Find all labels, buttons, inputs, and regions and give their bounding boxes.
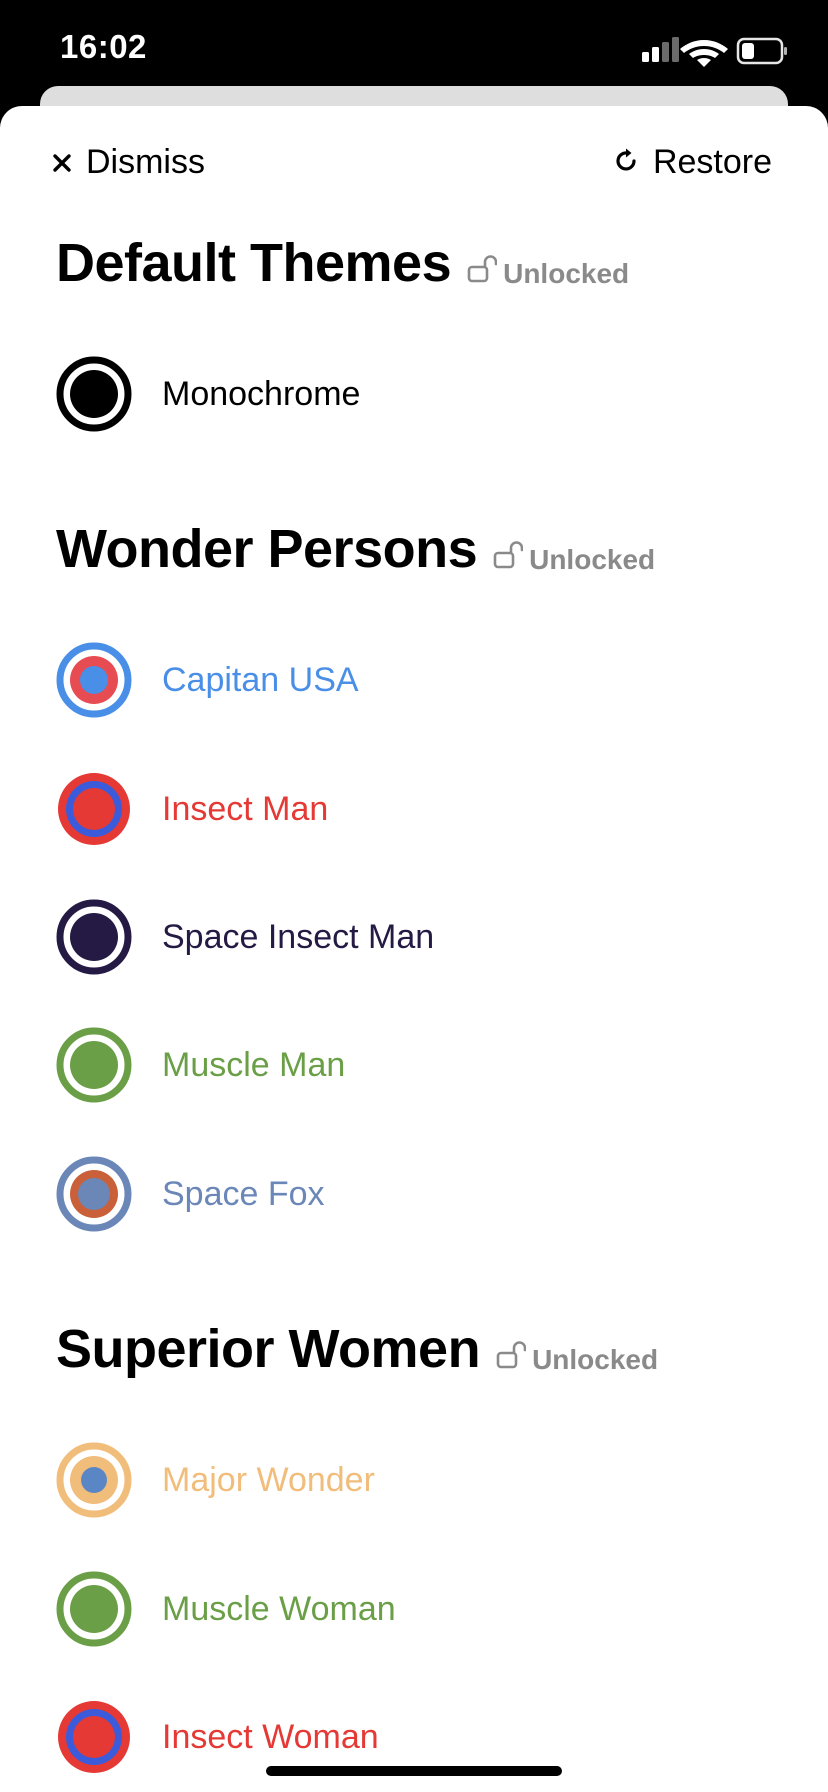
theme-space-insect-man[interactable]: Space Insect Man: [56, 897, 434, 977]
theme-insect-woman[interactable]: Insect Woman: [56, 1697, 379, 1777]
theme-sheet: Dismiss Restore Default Themes Unlocked …: [0, 106, 828, 1792]
theme-name: Capitan USA: [162, 661, 359, 699]
theme-major-wonder[interactable]: Major Wonder: [56, 1440, 375, 1520]
status-bar: 16:02: [0, 0, 828, 100]
unlock-status: Unlocked: [467, 255, 629, 290]
restore-button[interactable]: Restore: [615, 140, 772, 184]
theme-swatch-icon: [56, 1571, 132, 1647]
theme-swatch-icon: [56, 1156, 132, 1232]
theme-space-fox[interactable]: Space Fox: [56, 1154, 325, 1234]
restore-label: Restore: [652, 142, 772, 181]
theme-monochrome[interactable]: Monochrome: [56, 354, 360, 434]
theme-name: Space Insect Man: [162, 918, 435, 956]
close-icon: [52, 143, 72, 182]
theme-swatch-icon: [56, 1442, 132, 1518]
section-default-themes: Default Themes Unlocked: [56, 236, 629, 290]
refresh-icon: [615, 143, 639, 182]
unlock-status: Unlocked: [496, 1341, 658, 1376]
theme-muscle-man[interactable]: Muscle Man: [56, 1025, 345, 1105]
theme-swatch-icon: [56, 642, 132, 718]
dismiss-label: Dismiss: [86, 142, 205, 181]
unlocked-icon: [467, 255, 498, 288]
theme-swatch-icon: [56, 356, 132, 432]
theme-swatch-icon: [58, 1701, 130, 1773]
unlock-status-text: Unlocked: [503, 258, 630, 289]
section-wonder-persons: Wonder Persons Unlocked: [56, 522, 655, 576]
theme-capitan-usa[interactable]: Capitan USA: [56, 640, 359, 720]
home-indicator[interactable]: [266, 1766, 562, 1776]
theme-swatch-icon: [56, 899, 132, 975]
wifi-icon: [680, 40, 728, 67]
theme-name: Insect Man: [162, 790, 329, 828]
section-superior-women: Superior Women Unlocked: [56, 1322, 658, 1376]
theme-swatch-icon: [56, 1027, 132, 1103]
theme-name: Muscle Woman: [162, 1590, 396, 1628]
theme-swatch-icon: [58, 773, 130, 845]
section-title: Wonder Persons: [56, 519, 478, 579]
theme-name: Insect Woman: [162, 1718, 379, 1756]
section-title: Default Themes: [56, 233, 452, 293]
unlocked-icon: [496, 1341, 527, 1374]
theme-name: Space Fox: [162, 1175, 325, 1213]
theme-name: Muscle Man: [162, 1046, 346, 1084]
unlock-status-text: Unlocked: [532, 1344, 659, 1375]
dismiss-button[interactable]: Dismiss: [52, 140, 205, 184]
theme-name: Major Wonder: [162, 1461, 375, 1499]
battery-icon: [736, 37, 787, 65]
unlocked-icon: [493, 541, 524, 574]
section-title: Superior Women: [56, 1319, 481, 1379]
status-icons: [642, 34, 792, 70]
cellular-signal-icon: [642, 37, 679, 62]
unlock-status: Unlocked: [493, 541, 655, 576]
unlock-status-text: Unlocked: [529, 544, 656, 575]
theme-muscle-woman[interactable]: Muscle Woman: [56, 1569, 396, 1649]
theme-name: Monochrome: [162, 375, 361, 413]
status-time: 16:02: [60, 28, 147, 65]
theme-insect-man[interactable]: Insect Man: [56, 769, 328, 849]
